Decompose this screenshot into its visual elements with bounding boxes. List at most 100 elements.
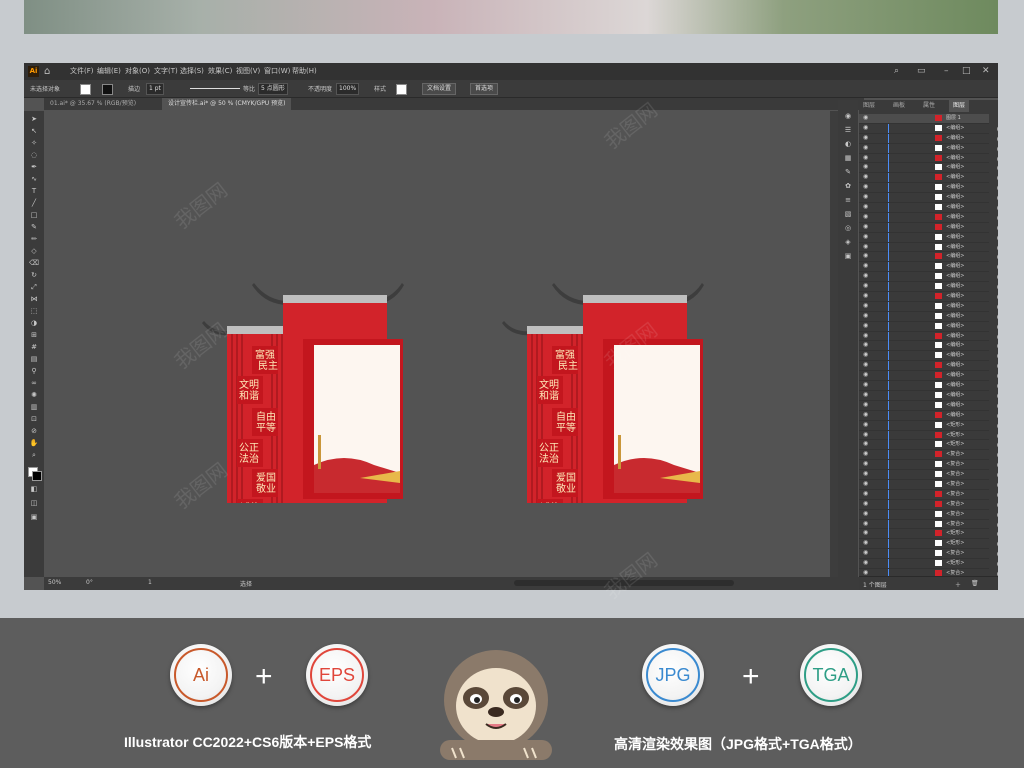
new-layer-icon[interactable]: ＋	[955, 580, 961, 589]
eyedropper-icon[interactable]: ⚲	[29, 367, 39, 376]
shape-builder-icon[interactable]: ◑	[29, 319, 39, 328]
layer-row[interactable]: ◉ <复合>	[859, 509, 998, 520]
brush-select[interactable]: 5 点圆形	[258, 83, 288, 95]
target-circle-icon[interactable]	[997, 135, 998, 142]
panel-tab-1[interactable]: 图层	[859, 100, 879, 112]
target-circle-icon[interactable]	[997, 284, 998, 291]
layer-row[interactable]: ◉ <编组>	[859, 143, 998, 154]
eye-icon[interactable]: ◉	[863, 293, 869, 299]
eye-icon[interactable]: ◉	[863, 540, 869, 546]
menu-effect[interactable]: 效果(C)	[208, 66, 232, 77]
eye-icon[interactable]: ◉	[863, 233, 869, 240]
layer-row[interactable]: ◉ <复合>	[859, 489, 998, 500]
layer-row[interactable]: ◉ <编组>	[859, 183, 998, 194]
eye-icon[interactable]: ◉	[863, 144, 869, 151]
artboard-tool-icon[interactable]: ⊡	[29, 415, 39, 424]
graph-tool-icon[interactable]: ▥	[29, 403, 39, 412]
stroke-weight-field[interactable]: 1 pt	[146, 83, 164, 95]
eye-icon[interactable]: ◉	[863, 550, 869, 556]
mesh-icon[interactable]: #	[29, 343, 39, 352]
tab-document-2[interactable]: 设计宣传栏.ai* @ 50 % (CMYK/GPU 预览)	[162, 98, 292, 110]
layer-row[interactable]: ◉ <编组>	[859, 292, 998, 302]
layer-row[interactable]: ◉ <复合>	[859, 470, 998, 480]
fill-swatch[interactable]	[80, 84, 91, 95]
target-circle-icon[interactable]	[997, 125, 998, 132]
target-circle-icon[interactable]	[997, 481, 998, 488]
layer-row[interactable]: ◉ <编组>	[859, 193, 998, 204]
page-number[interactable]: 1	[148, 579, 152, 586]
eye-icon[interactable]: ◉	[863, 510, 869, 517]
panel-tab-layers[interactable]: 图层	[949, 100, 970, 112]
slice-tool-icon[interactable]: ⊘	[29, 427, 39, 436]
target-circle-icon[interactable]	[997, 531, 998, 538]
pencil-icon[interactable]: ✏	[29, 235, 39, 244]
layer-row[interactable]: ◉ <矩形>	[859, 539, 998, 550]
color-panel-icon[interactable]: ◐	[843, 140, 853, 149]
layer-row[interactable]: ◉ <编组>	[859, 301, 998, 312]
layer-row[interactable]: ◉ <复合>	[859, 519, 998, 530]
menu-view[interactable]: 视图(V)	[236, 66, 260, 77]
symbol-sprayer-icon[interactable]: ✺	[29, 391, 39, 400]
maximize-icon[interactable]: □	[962, 66, 971, 77]
eraser-icon[interactable]: ⌫	[29, 259, 39, 268]
curvature-icon[interactable]: ∿	[29, 175, 39, 184]
panel-tab-artboards[interactable]: 画板	[889, 100, 909, 112]
swatches-icon[interactable]: ▦	[843, 154, 853, 163]
target-circle-icon[interactable]	[997, 175, 998, 182]
zoom-level[interactable]: 50%	[48, 579, 61, 586]
eye-icon[interactable]: ◉	[863, 154, 869, 161]
draw-mode-icon[interactable]: ◫	[29, 499, 39, 508]
target-circle-icon[interactable]	[997, 165, 998, 172]
eye-icon[interactable]: ◉	[863, 401, 869, 408]
eye-icon[interactable]: ◉	[863, 273, 869, 279]
zoom-tool-icon[interactable]: ⌕	[29, 451, 39, 460]
layer-row[interactable]: ◉ <编组>	[859, 311, 998, 322]
eye-icon[interactable]: ◉	[863, 362, 869, 368]
target-circle-icon[interactable]	[997, 264, 998, 271]
appearance-icon[interactable]: ◈	[843, 238, 853, 247]
free-transform-icon[interactable]: ⬚	[29, 307, 39, 316]
eye-icon[interactable]: ◉	[863, 213, 869, 220]
layer-row[interactable]: ◉ <编组>	[859, 400, 998, 411]
layer-row[interactable]: ◉ <编组>	[859, 341, 998, 352]
minimize-icon[interactable]: –	[944, 66, 949, 77]
eye-icon[interactable]: ◉	[863, 283, 869, 289]
menu-file[interactable]: 文件(F)	[70, 66, 94, 77]
shaper-icon[interactable]: ◇	[29, 247, 39, 256]
eye-icon[interactable]: ◉	[863, 174, 869, 180]
layer-row[interactable]: ◉ <矩形>	[859, 430, 998, 441]
layer-row-top[interactable]: ◉ 图层 1	[859, 114, 989, 124]
eye-icon[interactable]: ◉	[863, 382, 869, 388]
layer-row[interactable]: ◉ <编组>	[859, 252, 998, 263]
libraries-icon[interactable]: ☰	[843, 126, 853, 135]
hand-tool-icon[interactable]: ✋	[29, 439, 39, 448]
menu-window[interactable]: 窗口(W)	[264, 66, 290, 77]
target-circle-icon[interactable]	[997, 422, 998, 429]
target-circle-icon[interactable]	[997, 412, 998, 419]
rotation-value[interactable]: 0°	[86, 579, 93, 586]
stroke-profile-label[interactable]: 等比	[243, 84, 255, 93]
eye-icon[interactable]: ◉	[863, 253, 869, 259]
trash-icon[interactable]: 🗑	[971, 580, 979, 587]
panel-tab-properties[interactable]: 属性	[919, 100, 939, 112]
lasso-icon[interactable]: ◌	[29, 151, 39, 160]
target-circle-icon[interactable]	[997, 145, 998, 152]
billboard-design-left[interactable]: 富强 民主 文明 和谐 自由 平等 公正 法治 爱国 敬业 诚信 友善	[184, 203, 424, 503]
layer-row[interactable]: ◉ <编组>	[859, 212, 998, 223]
layer-row[interactable]: ◉ <编组>	[859, 133, 998, 144]
home-icon[interactable]: ⌂	[44, 66, 56, 77]
eye-icon[interactable]: ◉	[863, 115, 869, 121]
pen-tool-icon[interactable]: ✒	[29, 163, 39, 172]
transparency-icon[interactable]: ◎	[843, 224, 853, 233]
layer-row[interactable]: ◉ <编组>	[859, 163, 998, 174]
layer-row[interactable]: ◉ <编组>	[859, 390, 998, 401]
line-tool-icon[interactable]: ╱	[29, 199, 39, 208]
layer-row[interactable]: ◉ <编组>	[859, 331, 998, 342]
eye-icon[interactable]: ◉	[863, 342, 869, 348]
layer-row[interactable]: ◉ <复合>	[859, 499, 998, 510]
symbols-icon[interactable]: ✿	[843, 182, 853, 191]
selection-tool-icon[interactable]: ➤	[29, 115, 39, 124]
target-circle-icon[interactable]	[997, 373, 998, 380]
target-circle-icon[interactable]	[997, 521, 998, 528]
search-icon[interactable]: ⌕	[894, 66, 899, 77]
